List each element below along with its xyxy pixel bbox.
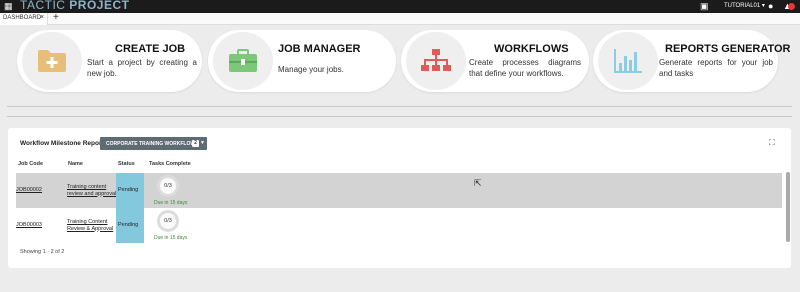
expand-icon[interactable]: ⛶ — [769, 138, 775, 148]
notification-dot — [788, 3, 795, 10]
job-name-link[interactable]: Training Content Review & Approval — [67, 219, 117, 232]
card-description: Create processes diagrams that define yo… — [469, 58, 581, 78]
pagination-info: Showing 1 - 2 of 2 — [20, 249, 65, 255]
folder-plus-icon — [38, 50, 66, 72]
status-text: Pending — [118, 222, 139, 228]
divider — [7, 106, 792, 107]
tasks-progress-ring: 0/3 — [157, 175, 179, 197]
reports-icon-circle — [598, 32, 658, 90]
mouse-cursor-icon: ⇱ — [474, 178, 482, 188]
table-row[interactable]: JOB00002 Training content review and app… — [16, 173, 782, 208]
dropdown-label: CORPORATE TRAINING WORKFLOW — [106, 141, 196, 147]
workflow-milestone-report: Workflow Milestone Report: CORPORATE TRA… — [8, 128, 791, 268]
bell-icon[interactable]: ▲ — [783, 1, 795, 11]
count-badge: 2 — [192, 140, 199, 147]
workflows-icon-circle — [406, 32, 466, 90]
create-job-icon-circle — [22, 32, 82, 90]
column-header: Job Code — [18, 161, 44, 167]
report-title: Workflow Milestone Report: — [20, 140, 106, 147]
card-description: Manage your jobs. — [278, 65, 344, 74]
job-code-link[interactable]: JOB00002 — [16, 187, 42, 193]
card-title: WORKFLOWS — [494, 43, 569, 55]
status-cell: Pending — [116, 208, 144, 243]
tasks-count: 0/3 — [164, 218, 172, 224]
reports-generator-card[interactable]: REPORTS GENERATOR Generate reports for y… — [593, 30, 791, 92]
workflows-card[interactable]: WORKFLOWS Create processes diagrams that… — [401, 30, 589, 92]
status-cell: Pending — [116, 173, 144, 208]
top-bar: ▦ TACTIC PROJECT ▣ TUTORIAL01 ▾ ● ▲ — [0, 0, 800, 13]
briefcase-icon — [229, 49, 257, 72]
add-tab-button[interactable]: + — [53, 12, 59, 23]
job-manager-icon-circle — [213, 32, 273, 90]
caret-down-icon: ▼ — [200, 140, 205, 146]
column-header: Name — [68, 161, 83, 167]
tab-dashboard[interactable]: DASHBOARD × — [0, 13, 48, 25]
job-manager-card[interactable]: JOB MANAGER Manage your jobs. — [208, 30, 396, 92]
scrollbar[interactable] — [786, 172, 790, 242]
app-logo[interactable]: TACTIC PROJECT — [20, 0, 129, 12]
column-header: Status — [118, 161, 135, 167]
close-icon[interactable]: × — [40, 14, 44, 21]
card-description: Generate reports for your job and tasks — [659, 58, 773, 78]
workflow-dropdown[interactable]: CORPORATE TRAINING WORKFLOW 2 ▼ — [100, 137, 207, 150]
table-header: Job Code Name Status Tasks Complete — [16, 158, 782, 172]
create-job-card[interactable]: CREATE JOB Start a project by creating a… — [17, 30, 202, 92]
table-row[interactable]: JOB00003 Training Content Review & Appro… — [16, 208, 782, 243]
job-name-link[interactable]: Training content review and approval — [67, 184, 117, 197]
card-title: CREATE JOB — [115, 43, 186, 55]
card-title: REPORTS GENERATOR — [665, 43, 791, 55]
add-project-icon[interactable]: ▣ — [700, 1, 710, 11]
person-icon[interactable]: ● — [768, 1, 773, 11]
status-text: Pending — [118, 187, 139, 193]
due-text: Due in 15 days — [154, 235, 188, 241]
apps-grid-icon[interactable]: ▦ — [4, 1, 14, 11]
tab-bar: DASHBOARD × + — [0, 12, 800, 25]
job-code-link[interactable]: JOB00003 — [16, 222, 42, 228]
user-menu[interactable]: TUTORIAL01 ▾ — [724, 2, 765, 9]
tasks-count: 0/3 — [164, 183, 172, 189]
card-title: JOB MANAGER — [278, 43, 361, 55]
due-text: Due in 15 days — [154, 200, 188, 206]
tasks-progress-ring: 0/3 — [157, 210, 179, 232]
sitemap-icon — [421, 49, 451, 71]
bar-chart-icon — [614, 49, 642, 73]
tab-label: DASHBOARD — [3, 15, 42, 21]
divider — [7, 116, 792, 117]
card-description: Start a project by creating a new job. — [87, 58, 197, 78]
column-header: Tasks Complete — [149, 161, 191, 167]
